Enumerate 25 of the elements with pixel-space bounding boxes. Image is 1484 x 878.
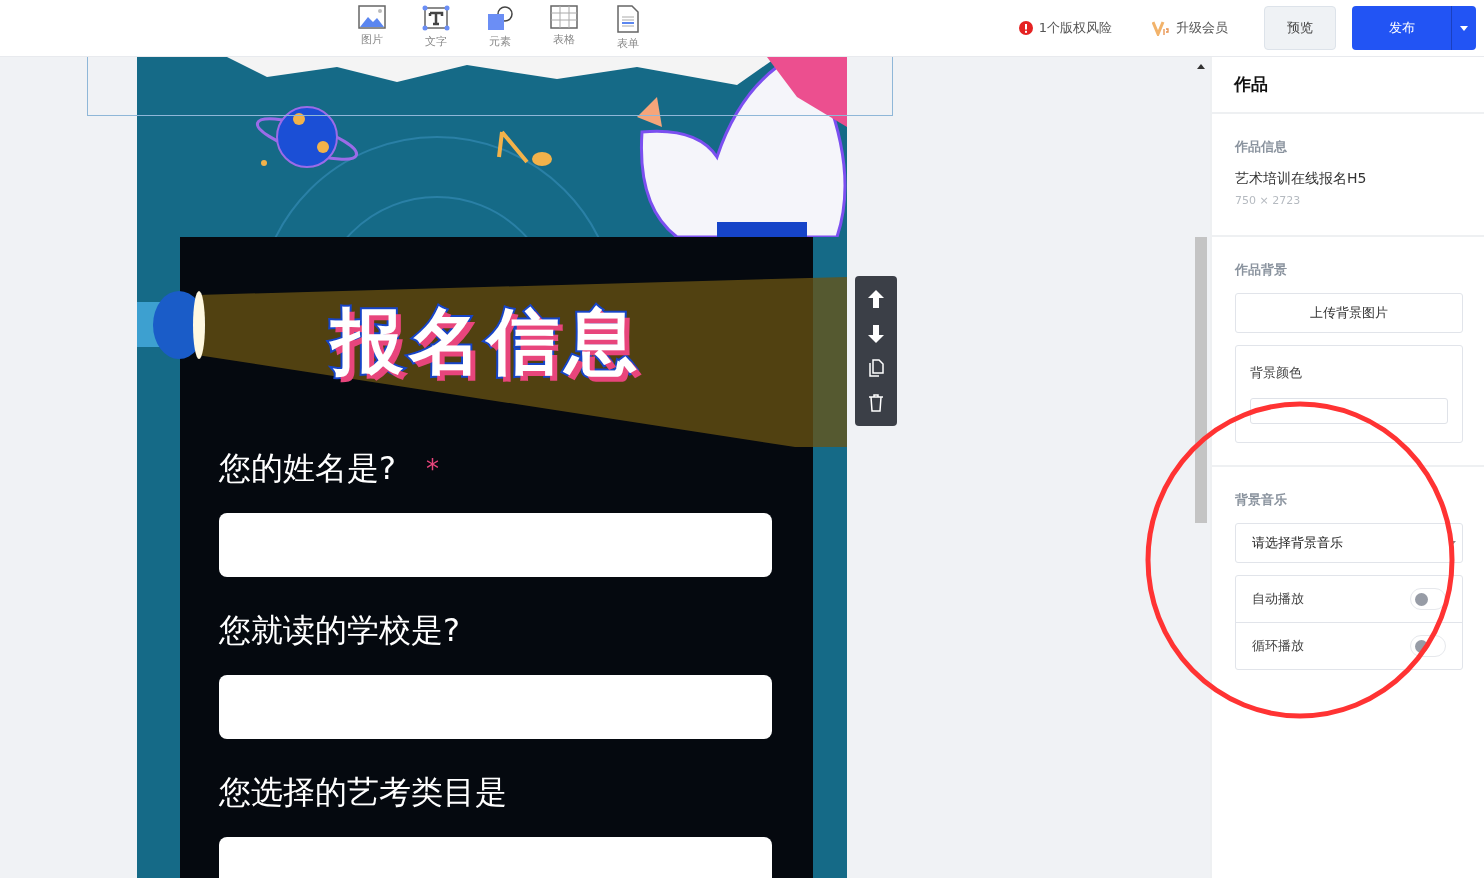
copyright-risk-link[interactable]: 1个版权风险: [1006, 19, 1124, 37]
color-label: 背景颜色: [1250, 364, 1303, 382]
toolbar-tool[interactable]: 表格: [542, 5, 586, 51]
field-label: 您就读的学校是?: [219, 610, 460, 651]
field-label: 您的姓名是?: [219, 448, 396, 489]
preview-button[interactable]: 预览: [1264, 6, 1336, 50]
toggle-label: 循环播放: [1252, 637, 1304, 655]
toggle-label: 自动播放: [1252, 590, 1304, 608]
section-heading: 背景音乐: [1235, 491, 1288, 509]
upload-background-button[interactable]: 上传背景图片: [1235, 293, 1463, 333]
section-heading: 作品信息: [1235, 138, 1288, 156]
toolbar-tool[interactable]: 表单: [606, 5, 650, 51]
required-mark: *: [426, 454, 439, 484]
field-label: 您选择的艺考类目是: [219, 772, 507, 813]
toolbar-tool[interactable]: 图片: [350, 5, 394, 51]
music-select[interactable]: 请选择背景音乐: [1235, 523, 1463, 563]
form-heading: 报名信息: [330, 298, 643, 385]
panel-title: 作品: [1212, 57, 1484, 114]
work-name: 艺术培训在线报名H5: [1235, 170, 1368, 188]
upgrade-link[interactable]: 升级会员: [1140, 19, 1240, 37]
toolbar-tool[interactable]: 文字: [414, 5, 458, 51]
section-heading: 作品背景: [1235, 261, 1288, 279]
work-size: 750 × 2723: [1235, 194, 1302, 207]
publish-button[interactable]: 发布: [1352, 6, 1476, 50]
toolbar-tool[interactable]: 元素: [478, 5, 522, 51]
